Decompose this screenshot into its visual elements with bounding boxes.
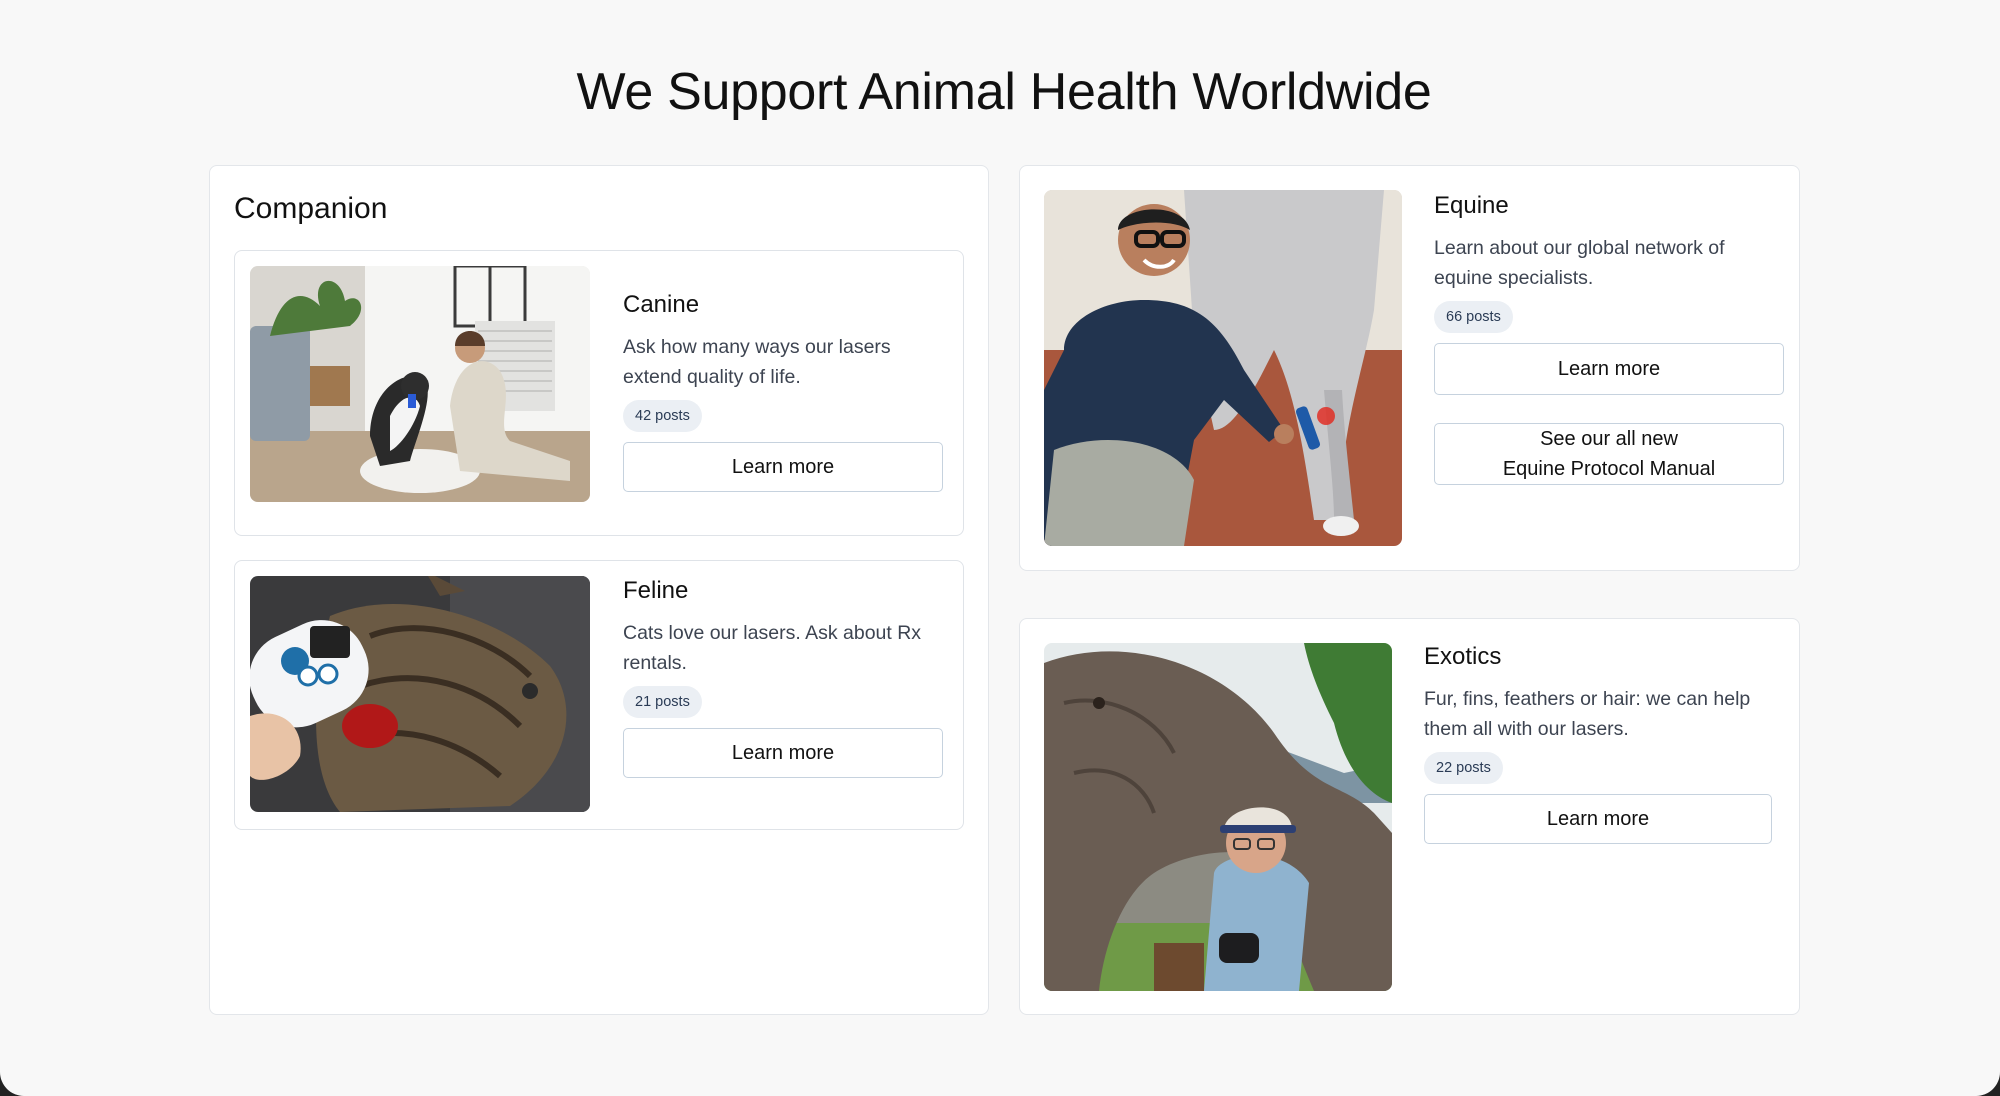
companion-title: Companion [234, 192, 388, 225]
exotics-posts-badge: 22 posts [1424, 751, 1503, 784]
canine-photo [250, 266, 590, 502]
canine-description: Ask how many ways our lasers extend qual… [623, 335, 891, 388]
canine-title: Canine [623, 291, 700, 318]
exotics-description: Fur, fins, feathers or hair: we can help… [1424, 687, 1751, 740]
equine-title: Equine [1434, 192, 1509, 219]
exotics-title: Exotics [1424, 643, 1502, 670]
equine-description: Learn about our global network of equine… [1434, 236, 1725, 289]
manual-button-line-1: See our all new [1540, 427, 1678, 450]
canine-card: Canine Ask how many ways our lasers exte… [234, 250, 964, 536]
page: We Support Animal Health Worldwide Compa… [0, 0, 2000, 1096]
canine-posts-badge: 42 posts [623, 399, 702, 432]
exotics-panel: Exotics Fur, fins, feathers or hair: we … [1019, 618, 1800, 1015]
equine-info: Equine Learn about our global network of… [1434, 192, 1784, 485]
feline-info: Feline Cats love our lasers. Ask about R… [623, 577, 953, 778]
exotics-learn-more-button[interactable]: Learn more [1424, 793, 1772, 844]
canine-info: Canine Ask how many ways our lasers exte… [623, 291, 943, 492]
equine-protocol-manual-button[interactable]: See our all new Equine Protocol Manual [1434, 422, 1784, 485]
feline-learn-more-button[interactable]: Learn more [623, 727, 943, 778]
feline-description: Cats love our lasers. Ask about Rx renta… [623, 621, 922, 674]
feline-title: Feline [623, 577, 689, 604]
page-title: We Support Animal Health Worldwide [576, 63, 1432, 121]
feline-posts-badge: 21 posts [623, 685, 702, 718]
manual-button-line-2: Equine Protocol Manual [1502, 457, 1716, 480]
equine-photo [1044, 190, 1402, 546]
feline-photo [250, 576, 590, 812]
exotics-photo [1044, 643, 1392, 991]
equine-posts-badge: 66 posts [1434, 300, 1513, 333]
feline-card: Feline Cats love our lasers. Ask about R… [234, 560, 964, 830]
canine-learn-more-button[interactable]: Learn more [623, 441, 943, 492]
companion-panel: Companion Canine Ask how many ways our l… [209, 165, 989, 1015]
equine-panel: Equine Learn about our global network of… [1019, 165, 1800, 571]
equine-learn-more-button[interactable]: Learn more [1434, 342, 1784, 395]
exotics-info: Exotics Fur, fins, feathers or hair: we … [1424, 643, 1784, 844]
